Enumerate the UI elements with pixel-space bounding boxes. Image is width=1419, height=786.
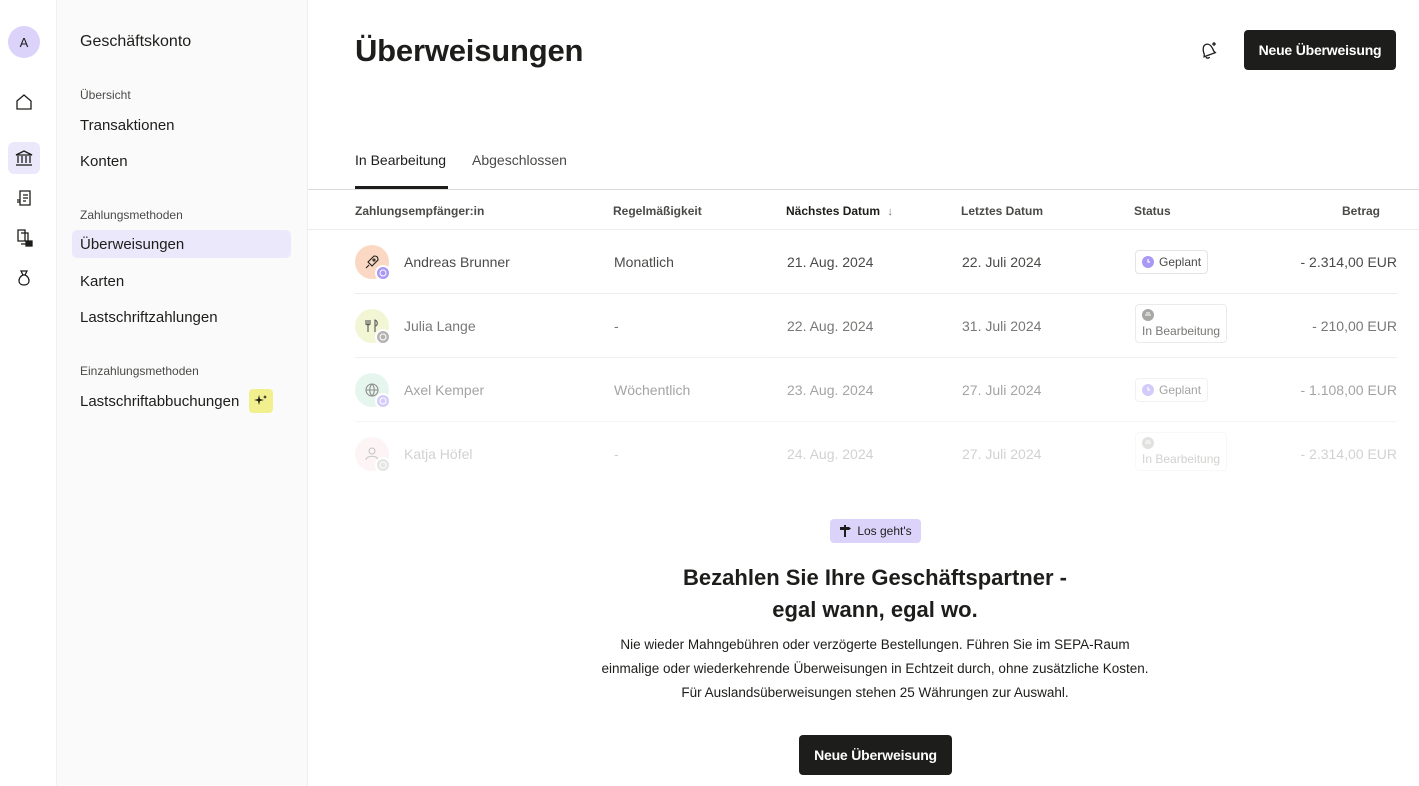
amount: - 2.314,00 EUR: [1300, 446, 1398, 462]
last-date: 27. Juli 2024: [962, 446, 1042, 462]
recipient-name: Andreas Brunner: [404, 254, 510, 270]
promo-title: Bezahlen Sie Ihre Geschäftspartner - ega…: [555, 562, 1195, 626]
chip-label: Los geht's: [857, 524, 912, 538]
frequency: Wöchentlich: [614, 382, 691, 398]
status-label: Geplant: [1159, 383, 1202, 397]
last-date: 22. Juli 2024: [962, 254, 1042, 270]
frequency: Monatlich: [614, 254, 674, 270]
status-badge: In Bearbeitung: [1135, 432, 1228, 471]
icon-rail: A: [0, 0, 57, 786]
table-row[interactable]: Axel Kemper Wöchentlich 23. Aug. 2024 27…: [355, 358, 1397, 422]
amount: - 1.108,00 EUR: [1300, 382, 1398, 398]
invoice-icon[interactable]: [8, 182, 40, 214]
home-icon[interactable]: [8, 86, 40, 118]
documents-lock-icon[interactable]: [8, 222, 40, 254]
amount: - 210,00 EUR: [1312, 318, 1397, 334]
table-row[interactable]: Andreas Brunner Monatlich 21. Aug. 2024 …: [355, 230, 1397, 294]
sidebar-item-label: Lastschriftabbuchungen: [80, 392, 240, 410]
sidebar-item-accounts[interactable]: Konten: [72, 147, 291, 175]
clock-icon: [1142, 256, 1154, 268]
next-date: 22. Aug. 2024: [787, 318, 874, 334]
tabs-divider: [308, 189, 1419, 190]
sort-desc-icon: ↓: [887, 206, 893, 218]
bell-plus-icon[interactable]: [1194, 36, 1222, 64]
column-recipient[interactable]: Zahlungsempfänger:in: [355, 204, 484, 218]
bank-icon[interactable]: [8, 142, 40, 174]
frequency: -: [614, 446, 619, 462]
section-overview: Übersicht: [80, 88, 131, 102]
status-badge: Geplant: [1135, 378, 1209, 402]
promo-title-line2: egal wann, egal wo.: [772, 597, 978, 622]
sync-icon: [1142, 437, 1154, 449]
frequency: -: [614, 318, 619, 334]
lets-go-chip: Los geht's: [830, 519, 921, 543]
sidebar-item-transactions[interactable]: Transaktionen: [72, 111, 291, 139]
sidebar-item-direct-debits[interactable]: Lastschriftzahlungen: [72, 303, 291, 331]
section-deposit-methods: Einzahlungsmethoden: [80, 364, 199, 378]
sidebar-item-label: Karten: [80, 272, 125, 290]
last-date: 27. Juli 2024: [962, 382, 1042, 398]
sidebar-item-debit-collections[interactable]: Lastschriftabbuchungen: [72, 387, 291, 415]
next-date: 24. Aug. 2024: [787, 446, 874, 462]
recipient-name: Julia Lange: [404, 318, 476, 334]
column-last-date[interactable]: Letztes Datum: [961, 204, 1043, 218]
last-date: 31. Juli 2024: [962, 318, 1042, 334]
sidebar-item-label: Lastschriftzahlungen: [80, 308, 218, 326]
recipient-name: Katja Höfel: [404, 446, 473, 462]
processing-icon: [375, 329, 391, 345]
sidebar-item-label: Konten: [80, 152, 128, 170]
sidebar-item-transfers[interactable]: Überweisungen: [72, 230, 291, 258]
tab-in-progress[interactable]: In Bearbeitung: [355, 152, 446, 168]
tab-completed[interactable]: Abgeschlossen: [472, 152, 567, 168]
avatar[interactable]: A: [8, 26, 40, 58]
sync-icon: [1142, 309, 1154, 321]
sidebar-item-cards[interactable]: Karten: [72, 267, 291, 295]
recipient-name: Axel Kemper: [404, 382, 485, 398]
table-row[interactable]: Julia Lange - 22. Aug. 2024 31. Juli 202…: [355, 294, 1397, 358]
promo-new-transfer-button[interactable]: Neue Überweisung: [799, 735, 952, 775]
section-payment-methods: Zahlungsmethoden: [80, 208, 183, 222]
scheduled-icon: [375, 265, 391, 281]
column-frequency[interactable]: Regelmäßigkeit: [613, 204, 702, 218]
new-transfer-button[interactable]: Neue Überweisung: [1244, 30, 1396, 70]
page-title: Überweisungen: [355, 33, 584, 68]
money-bag-icon[interactable]: [8, 262, 40, 294]
sidebar-item-label: Überweisungen: [80, 235, 185, 253]
processing-icon: [375, 457, 391, 473]
status-label: In Bearbeitung: [1142, 324, 1221, 338]
status-badge: Geplant: [1135, 250, 1209, 274]
column-next-date-label: Nächstes Datum: [786, 204, 881, 218]
column-amount[interactable]: Betrag: [1342, 204, 1380, 218]
signpost-icon: [840, 525, 852, 537]
column-status[interactable]: Status: [1134, 204, 1171, 218]
status-label: In Bearbeitung: [1142, 452, 1221, 466]
amount: - 2.314,00 EUR: [1300, 254, 1398, 270]
next-date: 23. Aug. 2024: [787, 382, 874, 398]
next-date: 21. Aug. 2024: [787, 254, 874, 270]
scheduled-icon: [375, 393, 391, 409]
status-label: Geplant: [1159, 255, 1202, 269]
status-badge: In Bearbeitung: [1135, 304, 1228, 343]
sidebar: Geschäftskonto Übersicht Transaktionen K…: [57, 0, 308, 786]
sparkle-icon: [249, 389, 274, 413]
column-next-date[interactable]: Nächstes Datum ↓: [786, 204, 893, 218]
clock-icon: [1142, 384, 1154, 396]
sidebar-item-label: Transaktionen: [80, 116, 175, 134]
table-row[interactable]: Katja Höfel - 24. Aug. 2024 27. Juli 202…: [355, 422, 1397, 486]
sidebar-title: Geschäftskonto: [80, 33, 192, 50]
promo-description: Nie wieder Mahngebühren oder verzögerte …: [601, 637, 1149, 700]
promo-title-line1: Bezahlen Sie Ihre Geschäftspartner -: [683, 565, 1067, 590]
